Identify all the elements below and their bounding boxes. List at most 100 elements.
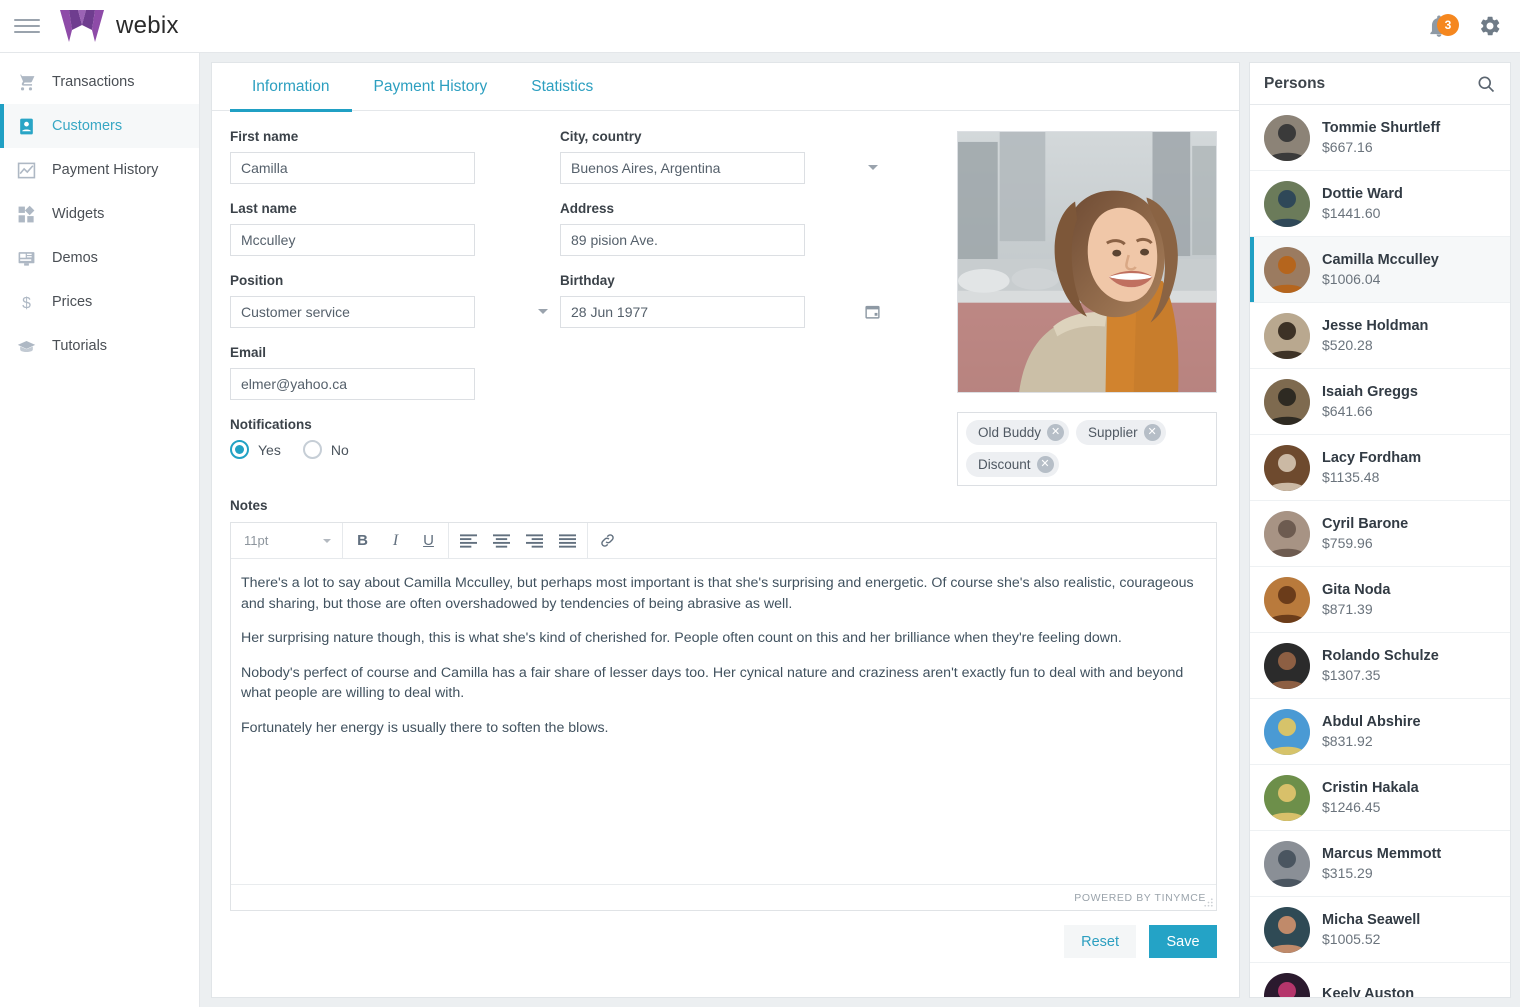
- notifications-radio-no[interactable]: No: [302, 440, 349, 459]
- link-icon[interactable]: [591, 524, 624, 558]
- text-style-group: B I U: [343, 522, 449, 559]
- person-list-item[interactable]: Gita Noda $871.39: [1250, 567, 1510, 633]
- avatar: [1264, 444, 1310, 491]
- last-name-input[interactable]: [230, 224, 475, 256]
- persons-title: Persons: [1264, 74, 1326, 92]
- tab-information[interactable]: Information: [230, 63, 352, 112]
- person-name: Gita Noda: [1322, 582, 1391, 598]
- person-amount: $1441.60: [1322, 205, 1381, 221]
- customer-form: First name Last name Posit: [212, 111, 1239, 486]
- tags-box[interactable]: Old Buddy ✕ Supplier ✕ Discount ✕: [957, 412, 1217, 486]
- person-amount: $1005.52: [1322, 931, 1381, 947]
- address-input[interactable]: [560, 224, 805, 256]
- font-size-value: 11pt: [244, 533, 269, 548]
- italic-button[interactable]: I: [379, 524, 412, 558]
- sidebar-item-label: Widgets: [52, 206, 105, 222]
- person-list-item[interactable]: Marcus Memmott $315.29: [1250, 831, 1510, 897]
- person-info: Rolando Schulze $1307.35: [1322, 648, 1439, 683]
- person-amount: $1135.48: [1322, 469, 1380, 485]
- hamburger-icon[interactable]: [14, 13, 40, 39]
- avatar: [1264, 972, 1310, 997]
- sidebar-item-demos[interactable]: Demos: [0, 236, 199, 280]
- avatar: [1264, 246, 1310, 293]
- resize-grip-icon[interactable]: [1203, 897, 1214, 908]
- person-amount: $641.66: [1322, 403, 1373, 419]
- person-list-item[interactable]: Camilla Mcculley $1006.04: [1250, 237, 1510, 303]
- form-column-right: City, country Buenos Aires, Argentina Ad…: [560, 129, 890, 486]
- city-country-label: City, country: [560, 129, 642, 144]
- brand-logo[interactable]: webix: [60, 10, 179, 42]
- person-amount: $1246.45: [1322, 799, 1381, 815]
- align-right-icon[interactable]: [518, 524, 551, 558]
- avatar: [1264, 576, 1310, 623]
- notifications-radio-yes[interactable]: Yes: [230, 440, 281, 459]
- sidebar-item-tutorials[interactable]: Tutorials: [0, 324, 199, 368]
- align-justify-icon[interactable]: [551, 524, 584, 558]
- photo-illustration: [958, 132, 1216, 392]
- notifications-button[interactable]: 3: [1426, 11, 1459, 41]
- person-list-item[interactable]: Dottie Ward $1441.60: [1250, 171, 1510, 237]
- tab-statistics[interactable]: Statistics: [509, 63, 615, 111]
- first-name-input[interactable]: [230, 152, 475, 184]
- editor-body[interactable]: There's a lot to say about Camilla Mccul…: [231, 559, 1216, 884]
- save-button[interactable]: Save: [1149, 925, 1217, 958]
- sidebar-item-transactions[interactable]: Transactions: [0, 60, 199, 104]
- person-amount: $1307.35: [1322, 667, 1381, 683]
- search-icon[interactable]: [1476, 74, 1496, 94]
- close-icon[interactable]: ✕: [1143, 424, 1161, 441]
- person-list-item[interactable]: Cyril Barone $759.96: [1250, 501, 1510, 567]
- person-list-item[interactable]: Tommie Shurtleff $667.16: [1250, 105, 1510, 171]
- form-actions: Reset Save: [212, 911, 1239, 974]
- birthday-input[interactable]: [560, 296, 805, 328]
- align-center-icon[interactable]: [485, 524, 518, 558]
- notes-paragraph: Nobody's perfect of course and Camilla h…: [241, 664, 1184, 702]
- close-icon[interactable]: ✕: [1036, 456, 1054, 473]
- calendar-icon[interactable]: [864, 303, 881, 320]
- person-list-item[interactable]: Keely Auston: [1250, 963, 1510, 997]
- persons-list[interactable]: Tommie Shurtleff $667.16 Dottie Ward $1441.…: [1250, 105, 1510, 997]
- align-left-icon[interactable]: [452, 524, 485, 558]
- font-size-select[interactable]: 11pt: [231, 522, 343, 559]
- photo-column: Old Buddy ✕ Supplier ✕ Discount ✕: [957, 129, 1217, 486]
- position-select[interactable]: Customer service: [230, 296, 475, 328]
- svg-text:$: $: [22, 295, 31, 312]
- person-name: Dottie Ward: [1322, 186, 1403, 202]
- person-info: Camilla Mcculley $1006.04: [1322, 252, 1439, 287]
- person-list-item[interactable]: Cristin Hakala $1246.45: [1250, 765, 1510, 831]
- person-list-item[interactable]: Abdul Abshire $831.92: [1250, 699, 1510, 765]
- alignment-group: [449, 522, 588, 559]
- avatar: [1264, 510, 1310, 557]
- underline-button[interactable]: U: [412, 524, 445, 558]
- tab-payment-history[interactable]: Payment History: [352, 63, 510, 111]
- person-list-item[interactable]: Micha Seawell $1005.52: [1250, 897, 1510, 963]
- radio-label: No: [330, 441, 349, 458]
- city-country-select[interactable]: Buenos Aires, Argentina: [560, 152, 805, 184]
- notes-paragraph: Fortunately her energy is usually there …: [241, 719, 609, 736]
- avatar: [1264, 840, 1310, 887]
- person-name: Camilla Mcculley: [1322, 252, 1439, 268]
- settings-button[interactable]: [1478, 14, 1502, 38]
- person-info: Keely Auston: [1322, 986, 1414, 997]
- app-body: Transactions Customers Payment History W…: [0, 53, 1520, 1007]
- sidebar-item-widgets[interactable]: Widgets: [0, 192, 199, 236]
- person-amount: $520.28: [1322, 337, 1373, 353]
- email-input[interactable]: [230, 368, 475, 400]
- person-list-item[interactable]: Jesse Holdman $520.28: [1250, 303, 1510, 369]
- sidebar-item-prices[interactable]: $ Prices: [0, 280, 199, 324]
- person-info: Isaiah Greggs $641.66: [1322, 384, 1418, 419]
- close-icon[interactable]: ✕: [1047, 424, 1065, 441]
- avatar: [1264, 378, 1310, 425]
- field-first-name: First name: [230, 129, 560, 184]
- form-column-left: First name Last name Posit: [230, 129, 560, 486]
- bold-button[interactable]: B: [346, 524, 379, 558]
- person-list-item[interactable]: Lacy Fordham $1135.48: [1250, 435, 1510, 501]
- sidebar-item-customers[interactable]: Customers: [0, 104, 199, 148]
- persons-header: Persons: [1250, 63, 1510, 105]
- person-list-item[interactable]: Rolando Schulze $1307.35: [1250, 633, 1510, 699]
- person-list-item[interactable]: Isaiah Greggs $641.66: [1250, 369, 1510, 435]
- sidebar-item-payment-history[interactable]: Payment History: [0, 148, 199, 192]
- avatar: [1264, 906, 1310, 953]
- reset-button[interactable]: Reset: [1064, 925, 1136, 958]
- radio-unselected-icon: [302, 440, 322, 459]
- persons-panel: Persons Tommie Shurtleff $667.16 Dottie Wa…: [1249, 62, 1511, 998]
